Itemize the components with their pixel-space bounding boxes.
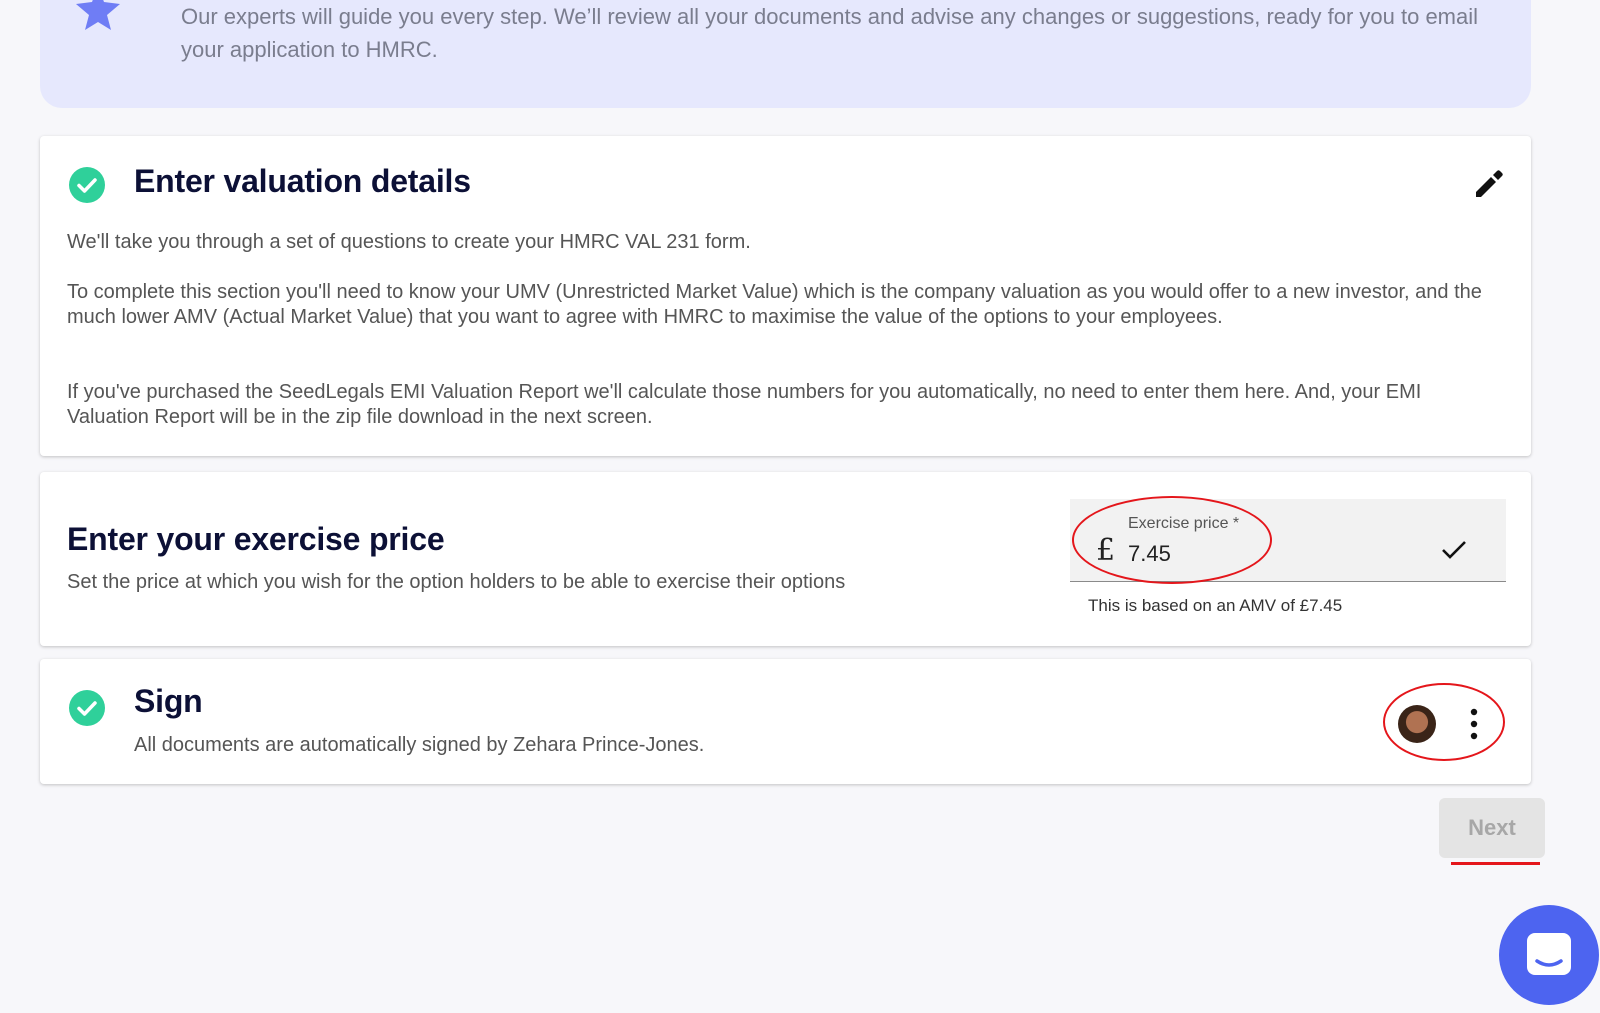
signer-avatar[interactable]	[1398, 705, 1436, 743]
check-circle-icon	[69, 167, 105, 203]
next-annotation-underline	[1451, 862, 1540, 865]
valuation-card: Enter valuation details We'll take you t…	[40, 136, 1531, 456]
valuation-umv-amv-text: To complete this section you'll need to …	[67, 281, 1482, 328]
exercise-title: Enter your exercise price	[67, 521, 445, 557]
sign-card: Sign All documents are automatically sig…	[40, 659, 1531, 784]
chat-icon	[1527, 933, 1571, 975]
exercise-subtitle: Set the price at which you wish for the …	[67, 571, 846, 593]
valuation-title: Enter valuation details	[134, 163, 471, 199]
sign-title: Sign	[134, 683, 203, 719]
exercise-price-label: Exercise price *	[1128, 515, 1240, 532]
check-circle-icon	[69, 690, 105, 726]
star-icon	[76, 0, 120, 30]
chat-launcher-button[interactable]	[1499, 905, 1599, 1005]
sign-subtitle: All documents are automatically signed b…	[134, 734, 705, 756]
next-button[interactable]: Next	[1439, 798, 1545, 858]
exercise-price-card: Enter your exercise price Set the price …	[40, 472, 1531, 646]
banner-text: Our experts will guide you every step. W…	[181, 4, 1479, 62]
currency-prefix: £	[1096, 533, 1116, 568]
checkmark-icon	[1442, 541, 1466, 559]
valuation-intro: We'll take you through a set of question…	[67, 231, 751, 253]
exercise-price-input[interactable]	[1126, 537, 1380, 571]
exercise-price-field[interactable]: Exercise price * £	[1070, 499, 1506, 582]
more-vertical-icon[interactable]	[1466, 707, 1482, 741]
exercise-helper-text: This is based on an AMV of £7.45	[1088, 596, 1343, 615]
pencil-icon[interactable]	[1468, 164, 1508, 204]
valuation-report-text: If you've purchased the SeedLegals EMI V…	[67, 381, 1422, 428]
